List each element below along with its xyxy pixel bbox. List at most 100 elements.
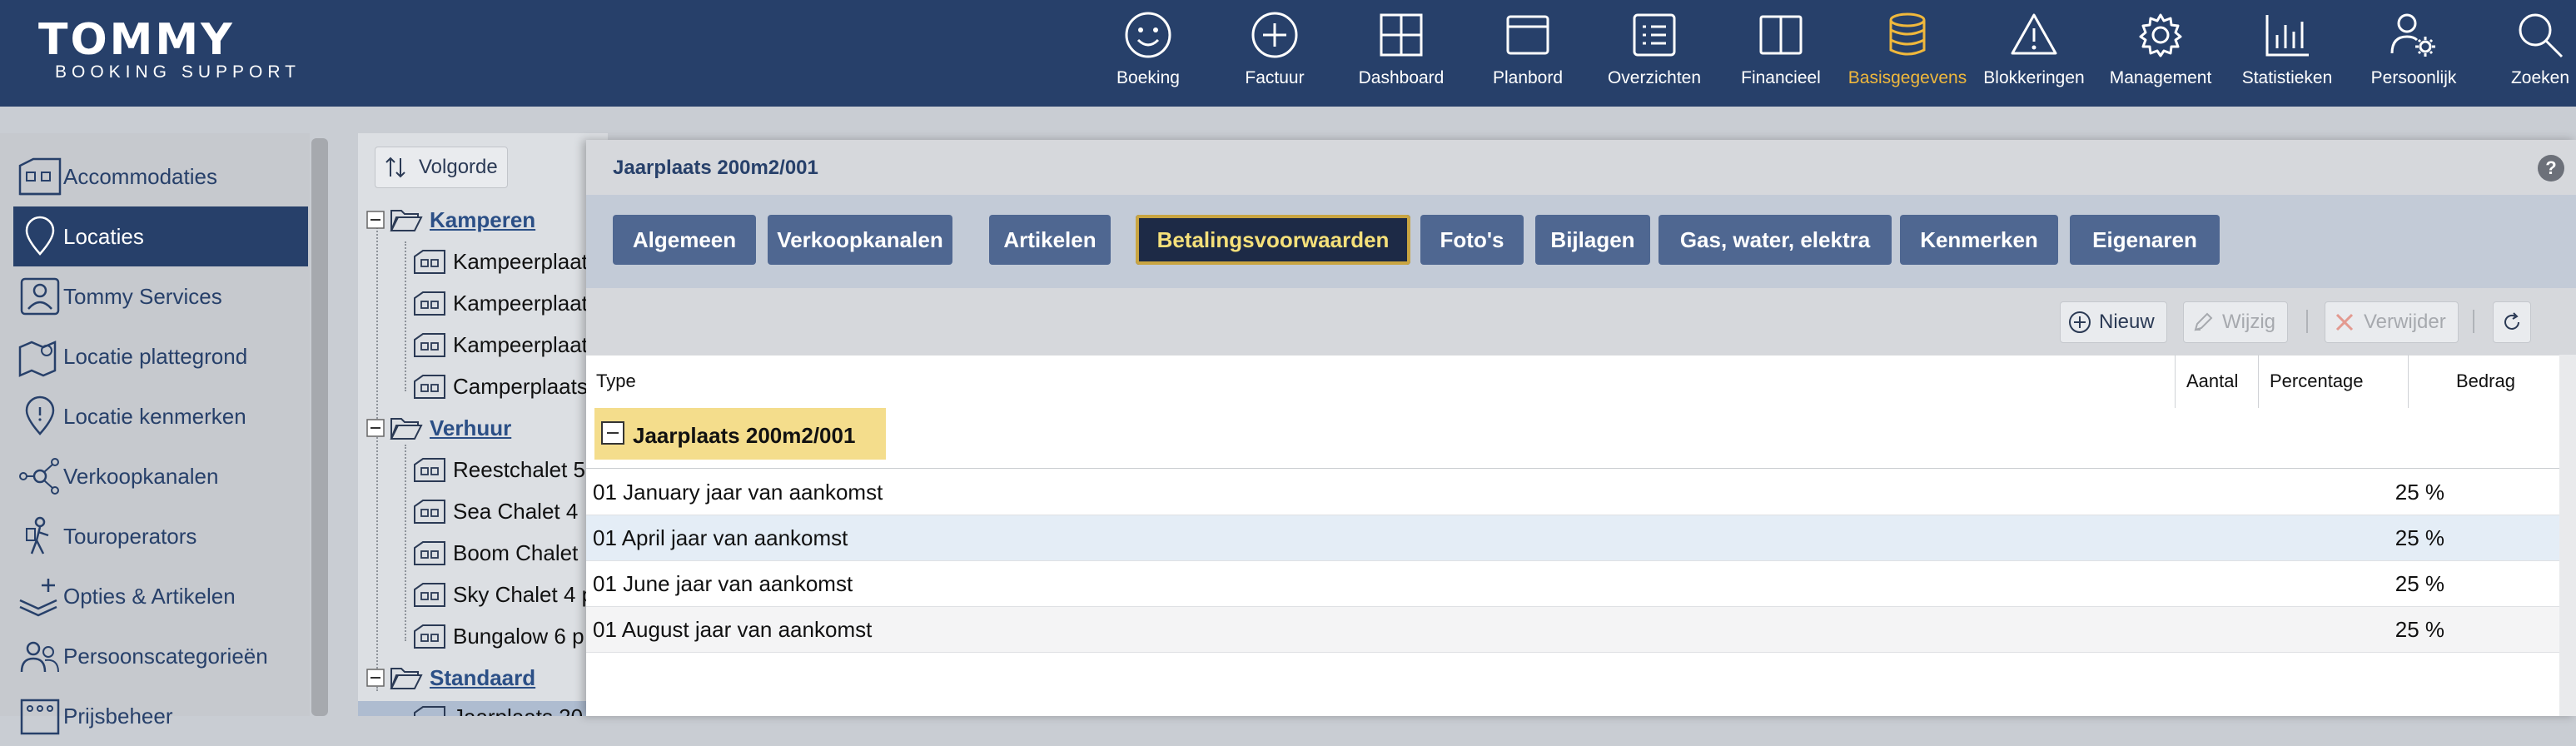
refresh-button[interactable]	[2493, 301, 2531, 343]
dialog-title-bar[interactable]: Jaarplaats 200m2/001 ?	[586, 140, 2576, 195]
building-icon	[414, 500, 445, 524]
plus-circle-icon	[2069, 311, 2091, 333]
tree-folder-kamperen[interactable]: Kamperen	[366, 201, 535, 238]
location-detail-dialog: Jaarplaats 200m2/001 ? Algemeen Verkoopk…	[586, 140, 2576, 716]
dialog-title: Jaarplaats 200m2/001	[613, 157, 818, 179]
refresh-icon	[2504, 312, 2519, 330]
building-icon	[414, 375, 445, 399]
tab-algemeen[interactable]: Algemeen	[613, 215, 756, 265]
column-header-aantal[interactable]: Aantal	[2186, 371, 2238, 392]
nav-basisgegevens[interactable]: Basisgegevens	[1846, 0, 1969, 107]
tab-betalingsvoorwaarden[interactable]: Betalingsvoorwaarden	[1136, 215, 1410, 265]
building-icon	[414, 458, 445, 482]
nav-label: Overzichten	[1607, 68, 1702, 87]
nav-management[interactable]: Management	[2099, 0, 2222, 107]
nav-factuur[interactable]: Factuur	[1213, 0, 1336, 107]
sidebar-item-verkoopkanalen[interactable]: Verkoopkanalen	[13, 446, 308, 506]
nav-statistieken[interactable]: Statistieken	[2225, 0, 2349, 107]
nav-label: Statistieken	[2241, 68, 2333, 87]
nav-zoeken[interactable]: Zoeken	[2479, 0, 2576, 107]
person-card-icon	[20, 277, 60, 316]
cell-type: 01 January jaar van aankomst	[593, 480, 883, 505]
tree-leaf-label: Kampeerplaat	[453, 290, 588, 316]
tree-folder-standaard[interactable]: Standaard	[366, 659, 535, 696]
nav-boeking[interactable]: Boeking	[1087, 0, 1210, 107]
sidebar-item-locatie-kenmerken[interactable]: Locatie kenmerken	[13, 386, 308, 446]
tree-leaf-selected[interactable]: Jaarplaats 20	[358, 701, 591, 716]
tree-leaf[interactable]: Reestchalet 5	[413, 451, 585, 488]
tab-eigenaren[interactable]: Eigenaren	[2070, 215, 2220, 265]
sidebar-scrollbar[interactable]	[311, 138, 328, 716]
collapse-toggle-icon[interactable]	[601, 421, 624, 445]
layers-plus-icon	[19, 579, 57, 617]
toolbar-separator	[2473, 310, 2474, 333]
tree-leaf[interactable]: Camperplaats	[413, 368, 588, 405]
tree-leaf-label: Bungalow 6 p	[453, 623, 584, 649]
sidebar-item-opties-artikelen[interactable]: Opties & Artikelen	[13, 566, 308, 626]
sidebar-item-label: Accommodaties	[63, 163, 217, 189]
tab-kenmerken[interactable]: Kenmerken	[1900, 215, 2058, 265]
nav-label: Zoeken	[2510, 68, 2570, 87]
map-pin-icon	[18, 341, 57, 377]
building-icon	[414, 333, 445, 357]
delete-button[interactable]: Verwijder	[2325, 301, 2459, 343]
pencil-icon	[2194, 312, 2213, 331]
tree-connector	[405, 241, 406, 391]
nav-label: Basisgegevens	[1847, 68, 1967, 87]
nav-planbord[interactable]: Planbord	[1466, 0, 1589, 107]
sidebar-item-locatie-plattegrond[interactable]: Locatie plattegrond	[13, 326, 308, 386]
tree-folder-verhuur[interactable]: Verhuur	[366, 410, 511, 446]
grid-group-row[interactable]: Jaarplaats 200m2/001	[594, 408, 886, 460]
sidebar-item-label: Touroperators	[63, 523, 197, 549]
table-row[interactable]: 01 April jaar van aankomst 25 %	[586, 515, 2576, 561]
tommy-logo[interactable]: TOMMY BOOKING SUPPORT	[38, 18, 313, 83]
column-header-percentage[interactable]: Percentage	[2270, 371, 2364, 392]
top-navigation-bar: TOMMY BOOKING SUPPORT Boeking Factuur Da…	[0, 0, 2576, 107]
tree-leaf[interactable]: Kampeerplaat	[413, 285, 588, 321]
tree-leaf[interactable]: Sea Chalet 4	[413, 493, 578, 530]
nav-overzichten[interactable]: Overzichten	[1593, 0, 1716, 107]
tab-artikelen[interactable]: Artikelen	[989, 215, 1111, 265]
nav-label: Management	[2109, 68, 2212, 87]
building-icon	[414, 583, 445, 607]
tab-bijlagen[interactable]: Bijlagen	[1535, 215, 1650, 265]
nav-blokkeringen[interactable]: Blokkeringen	[1972, 0, 2096, 107]
sort-order-button[interactable]: Volgorde	[375, 147, 508, 188]
nav-dashboard[interactable]: Dashboard	[1340, 0, 1463, 107]
tab-gas-water-elektra[interactable]: Gas, water, elektra	[1658, 215, 1892, 265]
edit-button[interactable]: Wijzig	[2183, 301, 2288, 343]
table-row[interactable]: 01 August jaar van aankomst 25 %	[586, 607, 2576, 653]
tab-verkoopkanalen[interactable]: Verkoopkanalen	[768, 215, 952, 265]
building-icon	[414, 624, 445, 649]
user-gear-icon	[2390, 13, 2435, 57]
tree-leaf[interactable]: Sky Chalet 4 p	[413, 576, 594, 613]
column-header-type[interactable]: Type	[596, 371, 636, 392]
tab-fotos[interactable]: Foto's	[1420, 215, 1524, 265]
cell-type: 01 April jaar van aankomst	[593, 525, 848, 550]
pin-info-icon	[25, 395, 55, 435]
tree-leaf[interactable]: Kampeerplaat	[413, 326, 588, 363]
nav-financieel[interactable]: Financieel	[1719, 0, 1842, 107]
table-row[interactable]: 01 January jaar van aankomst 25 %	[586, 470, 2576, 515]
sidebar-item-accommodaties[interactable]: Accommodaties	[13, 147, 308, 206]
new-button[interactable]: Nieuw	[2060, 301, 2167, 343]
tree-leaf[interactable]: Kampeerplaat	[413, 243, 588, 280]
tree-leaf[interactable]: Boom Chalet	[413, 535, 578, 571]
column-header-bedrag[interactable]: Bedrag	[2456, 371, 2515, 392]
building-icon	[414, 291, 445, 316]
table-row[interactable]: 01 June jaar van aankomst 25 %	[586, 561, 2576, 607]
tree-leaf-label: Jaarplaats 20	[453, 704, 583, 716]
grid-scrollbar[interactable]	[2559, 355, 2576, 716]
tree-leaf-label: Boom Chalet	[453, 540, 579, 565]
sidebar-item-persoonscategorieen[interactable]: Persoonscategorieën	[13, 626, 308, 686]
sidebar-item-locaties[interactable]: Locaties	[13, 206, 308, 266]
nav-label: Dashboard	[1358, 68, 1445, 87]
price-icon	[20, 699, 60, 735]
sidebar-item-touroperators[interactable]: Touroperators	[13, 506, 308, 566]
nav-persoonlijk[interactable]: Persoonlijk	[2352, 0, 2475, 107]
sidebar-item-tommy-services[interactable]: Tommy Services	[13, 266, 308, 326]
search-icon	[2519, 13, 2564, 58]
help-icon[interactable]: ?	[2538, 155, 2564, 182]
tree-leaf[interactable]: Bungalow 6 p	[413, 618, 584, 654]
sidebar-item-prijsbeheer[interactable]: Prijsbeheer	[13, 686, 308, 746]
